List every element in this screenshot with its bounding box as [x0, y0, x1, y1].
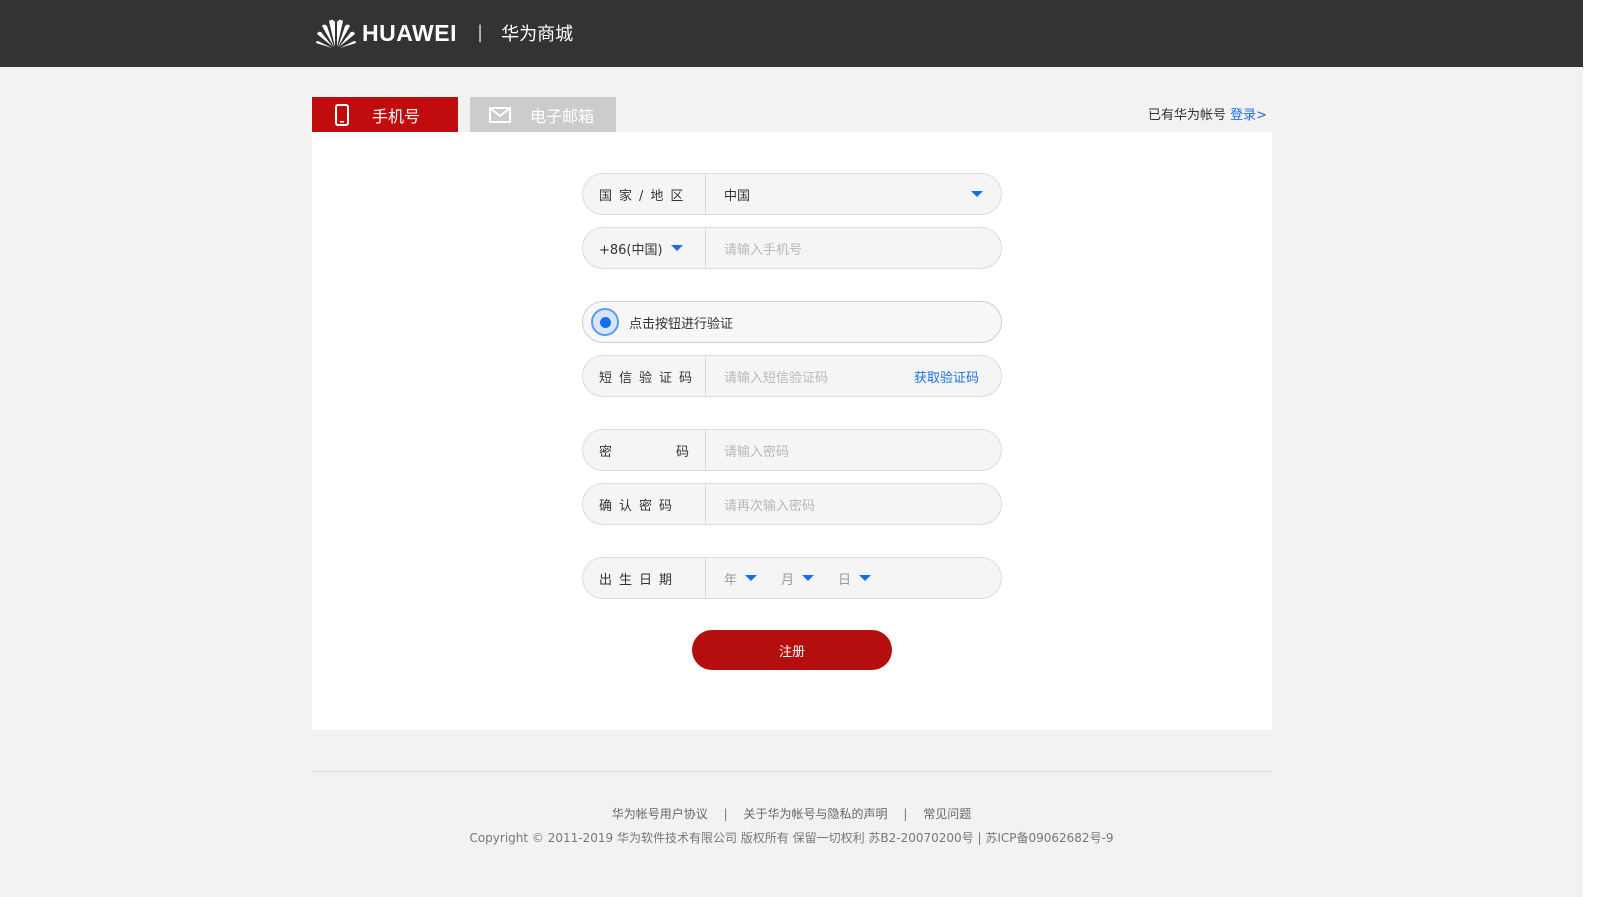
sms-placeholder: 请输入短信验证码 — [724, 370, 829, 386]
day-select[interactable]: 日 — [838, 569, 872, 588]
region-select[interactable]: 国家/地区 中国 — [582, 173, 1002, 215]
birthdate-selects: 年 月 日 — [706, 558, 1001, 598]
footer-separator: | — [903, 807, 908, 821]
month-select[interactable]: 月 — [781, 569, 815, 588]
phone-placeholder: 请输入手机号 — [724, 242, 803, 258]
footer-link-faq[interactable]: 常见问题 — [923, 807, 971, 821]
confirm-password-label: 确认密码 — [583, 484, 706, 524]
country-code-select[interactable]: +86(中国) — [583, 228, 706, 268]
tab-email-label: 电子邮箱 — [530, 106, 595, 126]
tab-phone-label: 手机号 — [372, 106, 421, 126]
header-separator: | — [477, 21, 484, 43]
footer-links: 华为帐号用户协议 | 关于华为帐号与隐私的声明 | 常见问题 — [0, 805, 1583, 822]
huawei-logo-icon — [316, 19, 356, 48]
confirm-password-input[interactable]: 请再次输入密码 — [706, 484, 1001, 524]
verify-text: 点击按钮进行验证 — [629, 316, 734, 332]
password-label: 密 码 — [583, 430, 706, 470]
register-button[interactable]: 注册 — [692, 630, 892, 670]
get-sms-code-button[interactable]: 获取验证码 — [914, 367, 979, 386]
captcha-verify-button[interactable]: 点击按钮进行验证 — [582, 301, 1002, 343]
copyright: Copyright © 2011-2019 华为软件技术有限公司 版权所有 保留… — [469, 831, 1114, 845]
footer-link-privacy[interactable]: 关于华为帐号与隐私的声明 — [743, 807, 887, 821]
password-row: 密 码 请输入密码 — [582, 429, 1002, 471]
phone-input[interactable]: 请输入手机号 — [706, 228, 1001, 268]
country-code: +86(中国) — [599, 242, 663, 258]
chevron-down-icon — [971, 191, 983, 197]
tab-phone[interactable]: 手机号 — [312, 97, 458, 132]
birthdate-label: 出生日期 — [583, 558, 706, 598]
sms-label: 短信验证码 — [583, 356, 706, 396]
chevron-down-icon — [802, 575, 815, 581]
verify-icon — [591, 308, 619, 336]
password-placeholder: 请输入密码 — [724, 444, 790, 460]
region-value-box[interactable]: 中国 — [706, 174, 1001, 214]
store-name: 华为商城 — [501, 24, 574, 45]
top-bar: HUAWEI | 华为商城 — [0, 0, 1583, 67]
chevron-down-icon — [670, 245, 683, 251]
login-link[interactable]: 登录> — [1230, 108, 1267, 123]
birthdate-row: 出生日期 年 月 日 — [582, 557, 1002, 599]
footer-separator: | — [723, 807, 728, 821]
login-prompt: 已有华为帐号 登录> — [1148, 104, 1267, 123]
chevron-down-icon — [745, 575, 758, 581]
footer-link-user-agreement[interactable]: 华为帐号用户协议 — [612, 807, 708, 821]
logo[interactable]: HUAWEI | 华为商城 — [315, 17, 573, 49]
phone-icon — [312, 103, 372, 126]
region-value: 中国 — [724, 188, 751, 204]
brand-name: HUAWEI — [362, 19, 457, 46]
region-label: 国家/地区 — [583, 174, 706, 214]
scrollbar-area — [1583, 0, 1600, 897]
confirm-password-row: 确认密码 请再次输入密码 — [582, 483, 1002, 525]
password-input[interactable]: 请输入密码 — [706, 430, 1001, 470]
confirm-password-placeholder: 请再次输入密码 — [724, 498, 816, 514]
footer-divider — [312, 771, 1272, 772]
phone-row: +86(中国) 请输入手机号 — [582, 227, 1002, 269]
register-tabs: 手机号 电子邮箱 — [312, 97, 616, 132]
tab-email[interactable]: 电子邮箱 — [470, 97, 616, 132]
year-select[interactable]: 年 — [724, 569, 758, 588]
mail-icon — [470, 106, 530, 123]
sms-code-row: 短信验证码 请输入短信验证码 获取验证码 — [582, 355, 1002, 397]
sms-code-input[interactable]: 请输入短信验证码 获取验证码 — [706, 356, 1001, 396]
login-prompt-text: 已有华为帐号 — [1148, 108, 1227, 123]
chevron-down-icon — [859, 575, 872, 581]
